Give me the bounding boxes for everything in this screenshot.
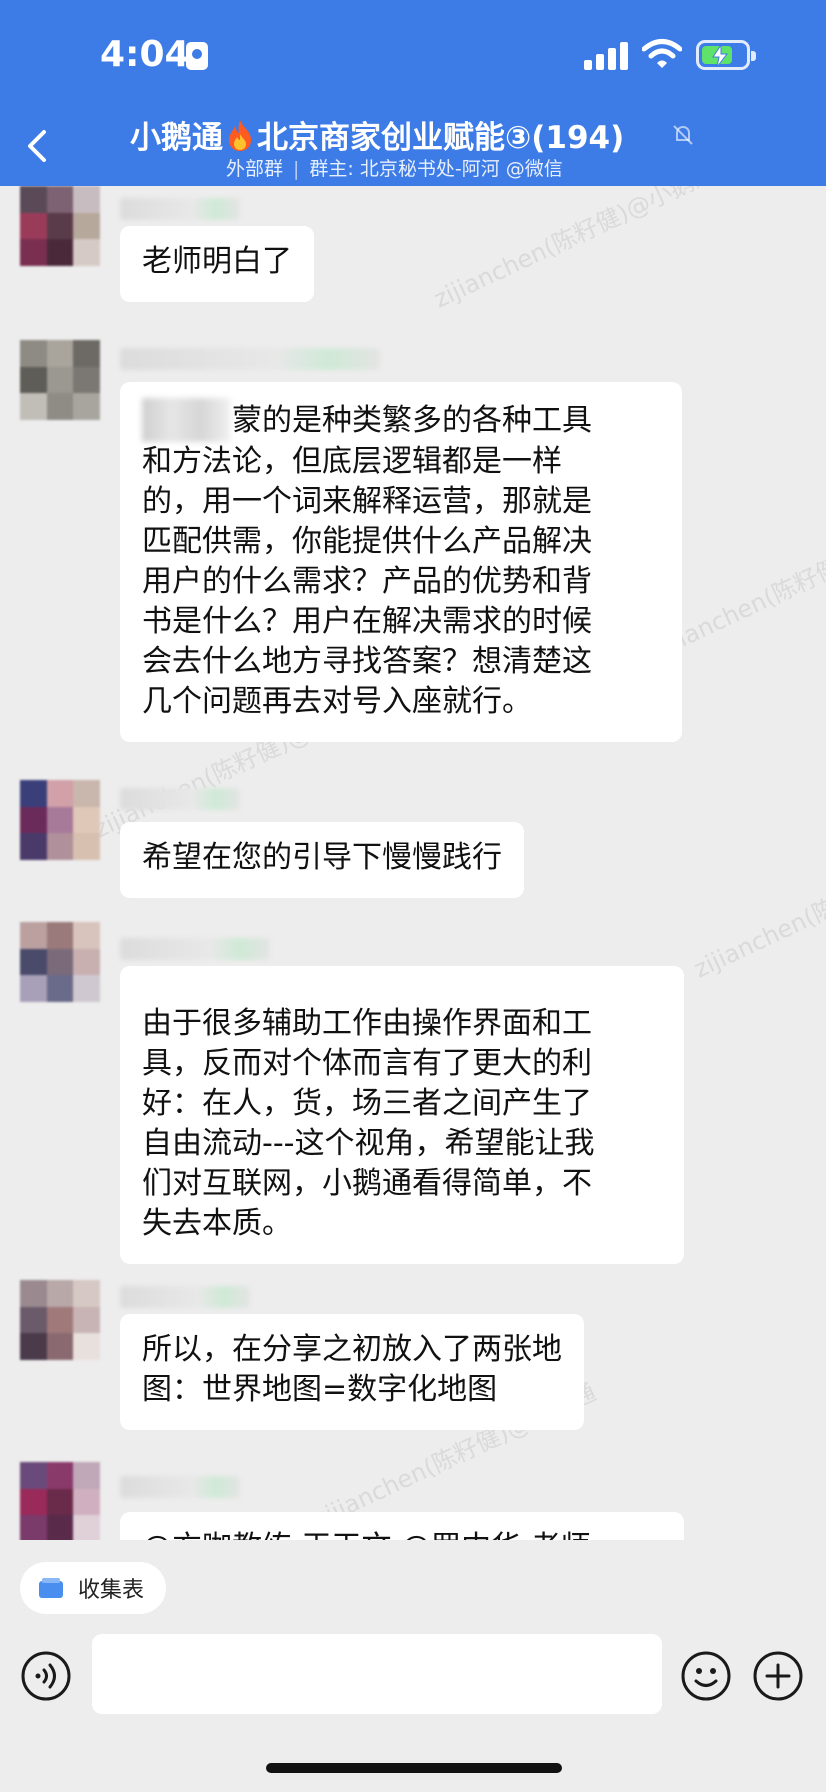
avatar[interactable] — [20, 1280, 100, 1360]
back-button[interactable] — [18, 118, 58, 174]
message-input[interactable] — [92, 1634, 662, 1714]
message-text: 老师明白了 — [142, 244, 292, 279]
battery-icon — [696, 40, 756, 70]
message-bubble[interactable]: 希望在您的引导下慢慢践行 — [120, 822, 524, 898]
message-text: 所以，在分享之初放入了两张地 图：世界地图=数字化地图 — [142, 1332, 562, 1407]
focus-badge-icon — [186, 42, 208, 70]
emoji-icon[interactable] — [680, 1650, 732, 1702]
collect-form-label: 收集表 — [78, 1578, 145, 1603]
group-owner-label: 群主: 北京秘书处-阿河 @微信 — [309, 158, 563, 180]
status-time: 4:04 — [100, 34, 190, 75]
redacted-mention — [142, 398, 230, 442]
message-bubble[interactable]: 所以，在分享之初放入了两张地 图：世界地图=数字化地图 — [120, 1314, 584, 1430]
message-bubble[interactable]: 蒙的是种类繁多的各种工具 和方法论，但底层逻辑都是一样 的，用一个词来解释运营，… — [120, 382, 682, 742]
wifi-icon — [642, 39, 682, 68]
fire-icon — [229, 119, 251, 151]
watermark-text: zijianchen(陈籽健)@小鹅通 — [689, 828, 826, 984]
form-icon — [39, 1578, 63, 1598]
group-title-rest: 北京商家创业赋能③(194) — [257, 120, 625, 156]
sender-name-blurred — [120, 348, 380, 370]
avatar[interactable] — [20, 186, 100, 266]
sender-name-blurred — [120, 788, 240, 810]
avatar[interactable] — [20, 780, 100, 860]
message-list[interactable]: zijianchen(陈籽健)@小鹅通 zijianchen(陈籽健)@小鹅通 … — [0, 186, 826, 1540]
group-title-name: 小鹅通 — [130, 120, 223, 156]
home-indicator — [266, 1763, 562, 1773]
message-text: 希望在您的引导下慢慢践行 — [142, 840, 502, 875]
message-bubble[interactable]: 由于很多辅助工作由操作界面和工 具，反而对个体而言有了更大的利 好：在人，货，场… — [120, 966, 684, 1264]
avatar[interactable] — [20, 340, 100, 420]
mute-bell-icon — [673, 125, 693, 145]
chevron-left-icon — [28, 130, 46, 162]
collect-form-button[interactable]: 收集表 — [20, 1562, 167, 1614]
cellular-signal-icon — [584, 42, 628, 70]
message-text: @方咖教练 王天文 @罗中华 老师 — [142, 1528, 662, 1540]
sender-name-blurred — [120, 1476, 240, 1498]
status-bar: 4:04 — [0, 0, 826, 110]
group-subtitle: 外部群 | 群主: 北京秘书处-阿河 @微信 — [226, 158, 563, 180]
sender-name-blurred — [120, 938, 270, 960]
avatar[interactable] — [20, 1462, 100, 1540]
sender-name-blurred — [120, 198, 240, 220]
group-title[interactable]: 小鹅通 北京商家创业赋能③(194) — [130, 112, 720, 157]
chat-header: 4:04 小鹅通 北京商家创业赋能③(194) 外部群 | 群主: 北京秘书处-… — [0, 0, 826, 186]
external-group-tag: 外部群 — [226, 158, 284, 180]
message-bubble[interactable]: 老师明白了 — [120, 226, 314, 302]
watermark-text: zijianchen(陈籽健)@小鹅通 — [429, 186, 721, 314]
sender-name-blurred — [120, 1286, 250, 1308]
avatar[interactable] — [20, 922, 100, 1002]
message-text: 由于很多辅助工作由操作界面和工 具，反而对个体而言有了更大的利 好：在人，货，场… — [142, 1006, 595, 1241]
voice-input-icon[interactable] — [20, 1650, 72, 1702]
message-bubble[interactable]: @方咖教练 王天文 @罗中华 老师 — [120, 1512, 684, 1540]
plus-icon[interactable] — [752, 1650, 804, 1702]
message-text: 蒙的是种类繁多的各种工具 和方法论，但底层逻辑都是一样 的，用一个词来解释运营，… — [142, 403, 592, 719]
input-bar — [0, 1630, 826, 1730]
